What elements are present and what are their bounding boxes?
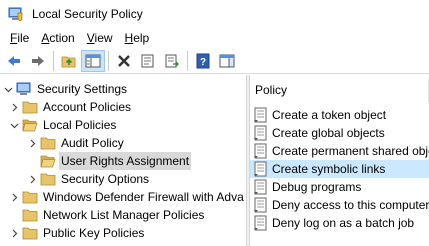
help-book-icon: ? <box>196 53 210 68</box>
svg-text:?: ? <box>200 57 206 68</box>
policy-setting-icon <box>253 215 269 231</box>
tree-item-label: User Rights Assignment <box>59 152 192 170</box>
toolbar-separator <box>108 50 109 71</box>
expand-chevron-icon[interactable] <box>8 98 20 116</box>
properties-icon <box>141 54 154 67</box>
policy-setting-icon <box>253 197 269 213</box>
folder-icon <box>22 99 38 115</box>
tree-item-local-policies[interactable]: Local Policies <box>8 116 118 134</box>
delete-x-icon <box>118 54 130 67</box>
policy-row-debug-programs[interactable]: Debug programs <box>250 178 429 196</box>
computer-policy-icon <box>16 81 32 97</box>
menu-help-rest: elp <box>133 31 150 45</box>
action-pane-icon <box>219 54 235 67</box>
tree-item-account-policies[interactable]: Account Policies <box>8 98 133 116</box>
policy-name: Debug programs <box>272 180 362 194</box>
security-policy-app-icon <box>8 6 24 22</box>
console-tree-icon <box>85 54 101 67</box>
tree-item-label: Audit Policy <box>61 136 124 150</box>
tree-item-security-options[interactable]: Security Options <box>26 170 151 188</box>
menu-view-mnemonic: V <box>86 31 95 45</box>
folder-open-icon <box>40 153 56 169</box>
menu-help-mnemonic: H <box>124 31 134 45</box>
back-arrow-icon <box>8 55 20 66</box>
tree-item-label: Windows Defender Firewall with Adva <box>43 190 244 204</box>
policy-row-create-symbolic-links[interactable]: Create symbolic links <box>250 160 429 178</box>
tree-item-network-list-manager-policies[interactable]: Network List Manager Policies <box>8 206 206 224</box>
window-title: Local Security Policy <box>32 7 143 21</box>
folder-icon <box>22 207 38 223</box>
policy-name: Create global objects <box>272 126 385 140</box>
menu-action-rest: ction <box>49 31 75 45</box>
tree-item-user-rights-assignment[interactable]: User Rights Assignment <box>26 152 192 170</box>
properties-button[interactable] <box>136 50 160 72</box>
toolbar-separator <box>187 50 188 71</box>
policy-setting-icon <box>253 107 269 123</box>
tree-item-label: Network List Manager Policies <box>43 208 205 222</box>
tree-item-windows-defender-firewall[interactable]: Windows Defender Firewall with Adva <box>8 188 246 206</box>
toolbar-separator <box>53 50 54 71</box>
policy-row-create-global-objects[interactable]: Create global objects <box>250 124 429 142</box>
show-hide-action-pane-button[interactable] <box>215 50 239 72</box>
menu-view[interactable]: View <box>81 31 119 45</box>
tree-item-security-settings[interactable]: Security Settings <box>2 80 129 98</box>
policy-row-create-token-object[interactable]: Create a token object <box>250 106 429 124</box>
menu-file[interactable]: File <box>4 31 35 45</box>
folder-icon <box>40 171 56 187</box>
policy-setting-icon <box>253 179 269 195</box>
menu-file-rest: ile <box>17 31 30 45</box>
back-button[interactable] <box>2 50 26 72</box>
tree-item-label: Security Settings <box>37 82 128 96</box>
policy-row-create-permanent-shared-objects[interactable]: Create permanent shared obje <box>250 142 429 160</box>
column-header-label: Policy <box>255 83 288 97</box>
tree-item-public-key-policies[interactable]: Public Key Policies <box>8 224 146 242</box>
policy-setting-icon <box>253 143 269 159</box>
up-one-level-button[interactable] <box>57 50 81 72</box>
delete-button[interactable] <box>112 50 136 72</box>
console-tree: Security Settings Account Policies Local… <box>0 78 246 246</box>
menu-view-rest: iew <box>94 31 113 45</box>
collapse-chevron-icon[interactable] <box>8 116 20 134</box>
policy-name: Create permanent shared obje <box>272 144 429 158</box>
folder-icon <box>22 225 38 241</box>
folder-up-icon <box>61 56 76 67</box>
menu-bar: File Action View Help <box>0 28 429 48</box>
forward-arrow-icon <box>32 55 44 66</box>
title-bar: Local Security Policy <box>0 0 429 28</box>
tree-item-label: Public Key Policies <box>43 226 145 240</box>
policy-setting-icon <box>253 161 269 177</box>
menu-help[interactable]: Help <box>119 31 156 45</box>
policy-setting-icon <box>253 125 269 141</box>
expand-chevron-icon[interactable] <box>8 224 20 242</box>
expand-chevron-icon[interactable] <box>26 170 38 188</box>
tree-item-label: Account Policies <box>43 100 132 114</box>
menu-action[interactable]: Action <box>35 31 80 45</box>
policy-name: Create a token object <box>272 108 387 122</box>
show-hide-console-tree-button[interactable] <box>81 49 105 72</box>
forward-button[interactable] <box>26 50 50 72</box>
tree-item-label: Local Policies <box>43 118 117 132</box>
folder-open-icon <box>22 117 38 133</box>
policy-list: Policy Create a token object Create glob… <box>250 78 429 246</box>
help-button[interactable]: ? <box>191 50 215 72</box>
folder-icon <box>40 135 56 151</box>
expand-chevron-icon[interactable] <box>26 134 38 152</box>
policy-name: Deny log on as a batch job <box>272 216 415 230</box>
folder-icon <box>22 189 38 205</box>
policy-row-deny-log-on-as-batch-job[interactable]: Deny log on as a batch job <box>250 214 429 232</box>
export-list-button[interactable] <box>160 50 184 72</box>
column-header-policy[interactable]: Policy <box>250 78 429 102</box>
policy-row-deny-access-from-network[interactable]: Deny access to this computer f <box>250 196 429 214</box>
toolbar: ? <box>0 48 429 74</box>
tree-item-audit-policy[interactable]: Audit Policy <box>26 134 126 152</box>
expand-chevron-icon[interactable] <box>8 188 20 206</box>
collapse-chevron-icon[interactable] <box>2 80 14 98</box>
policy-name: Create symbolic links <box>272 162 386 176</box>
policy-name: Deny access to this computer f <box>272 198 429 212</box>
tree-item-label: Security Options <box>61 172 150 186</box>
export-list-icon <box>165 54 179 67</box>
